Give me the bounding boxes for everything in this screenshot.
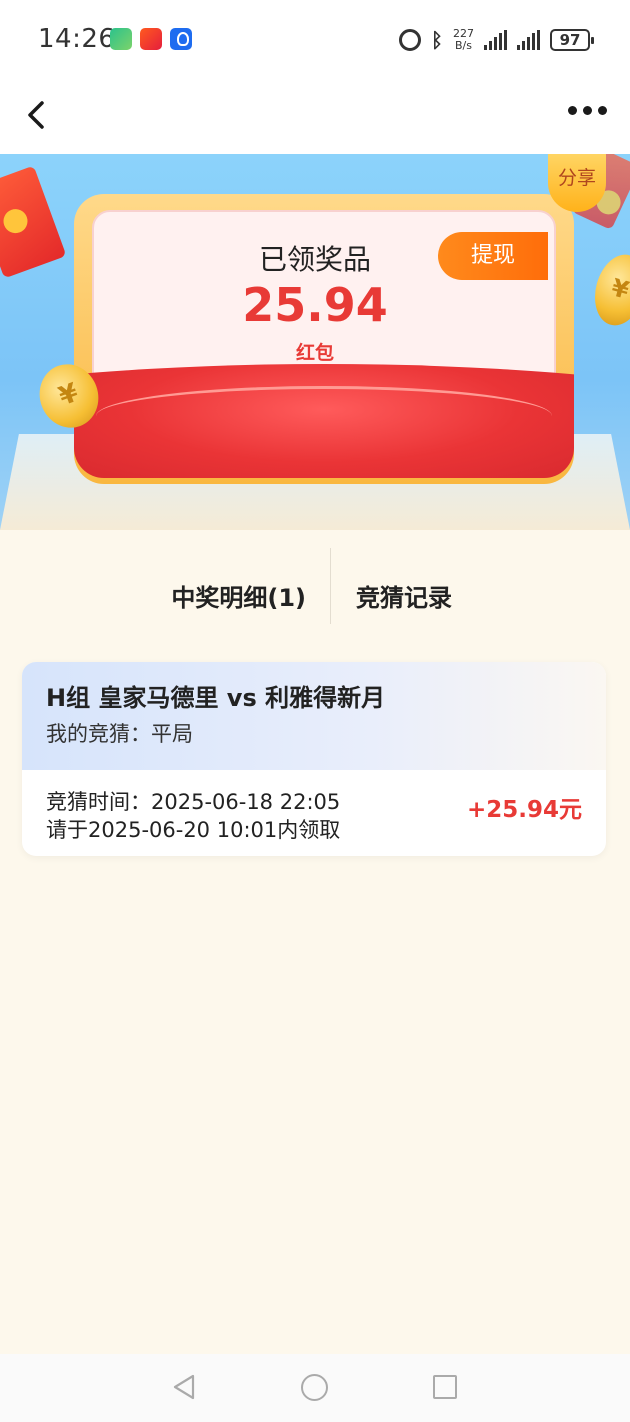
- system-home-icon[interactable]: [301, 1374, 328, 1401]
- app-icon-3: [170, 28, 192, 50]
- tab-bar: 中奖明细(1) 竞猜记录: [0, 548, 630, 648]
- wifi-signal-icon: [484, 30, 507, 50]
- app-icon-1: [110, 28, 132, 50]
- guess-time: 竞猜时间：2025-06-18 22:05: [46, 790, 341, 814]
- tab-guess-records[interactable]: 竞猜记录: [356, 578, 452, 613]
- bluetooth-icon: ᛒ: [431, 28, 443, 52]
- cell-signal-icon: [517, 30, 540, 50]
- claim-deadline: 请于2025-06-20 10:01内领取: [46, 818, 341, 842]
- status-time: 14:26: [38, 24, 116, 54]
- red-envelope: [74, 364, 574, 478]
- prize-record-card[interactable]: H组 皇家马德里 vs 利雅得新月 我的竞猜：平局 竞猜时间：2025-06-1…: [22, 662, 606, 856]
- system-nav-bar: [0, 1354, 630, 1422]
- nav-bar: [0, 78, 630, 154]
- match-title: H组 皇家马德里 vs 利雅得新月: [46, 684, 386, 712]
- share-button[interactable]: 分享: [548, 154, 606, 212]
- tab-divider: [330, 548, 331, 624]
- network-speed-unit: B/s: [455, 39, 472, 52]
- app-icon-2: [140, 28, 162, 50]
- tab-prize-details[interactable]: 中奖明细(1): [171, 578, 306, 613]
- prize-banner: 已领奖品 25.94 红包 提现 ¥ ¥ 分享: [0, 154, 630, 530]
- alarm-icon: [399, 29, 421, 51]
- system-back-icon[interactable]: [172, 1374, 196, 1400]
- prize-amount: 25.94: [242, 278, 388, 332]
- record-prize-amount: +25.94元: [466, 797, 582, 823]
- status-bar: 14:26 ᛒ 227 B/s 97: [0, 0, 630, 78]
- battery-icon: 97: [550, 29, 594, 51]
- status-indicators: ᛒ 227 B/s 97: [399, 26, 594, 54]
- my-guess: 我的竞猜：平局: [46, 722, 193, 746]
- prize-unit: 红包: [295, 342, 334, 364]
- network-speed: 227 B/s: [453, 28, 474, 52]
- more-dots-icon[interactable]: [568, 100, 608, 120]
- chevron-left-icon[interactable]: [24, 100, 54, 130]
- withdraw-button[interactable]: 提现: [438, 232, 548, 280]
- system-recents-icon[interactable]: [433, 1375, 457, 1399]
